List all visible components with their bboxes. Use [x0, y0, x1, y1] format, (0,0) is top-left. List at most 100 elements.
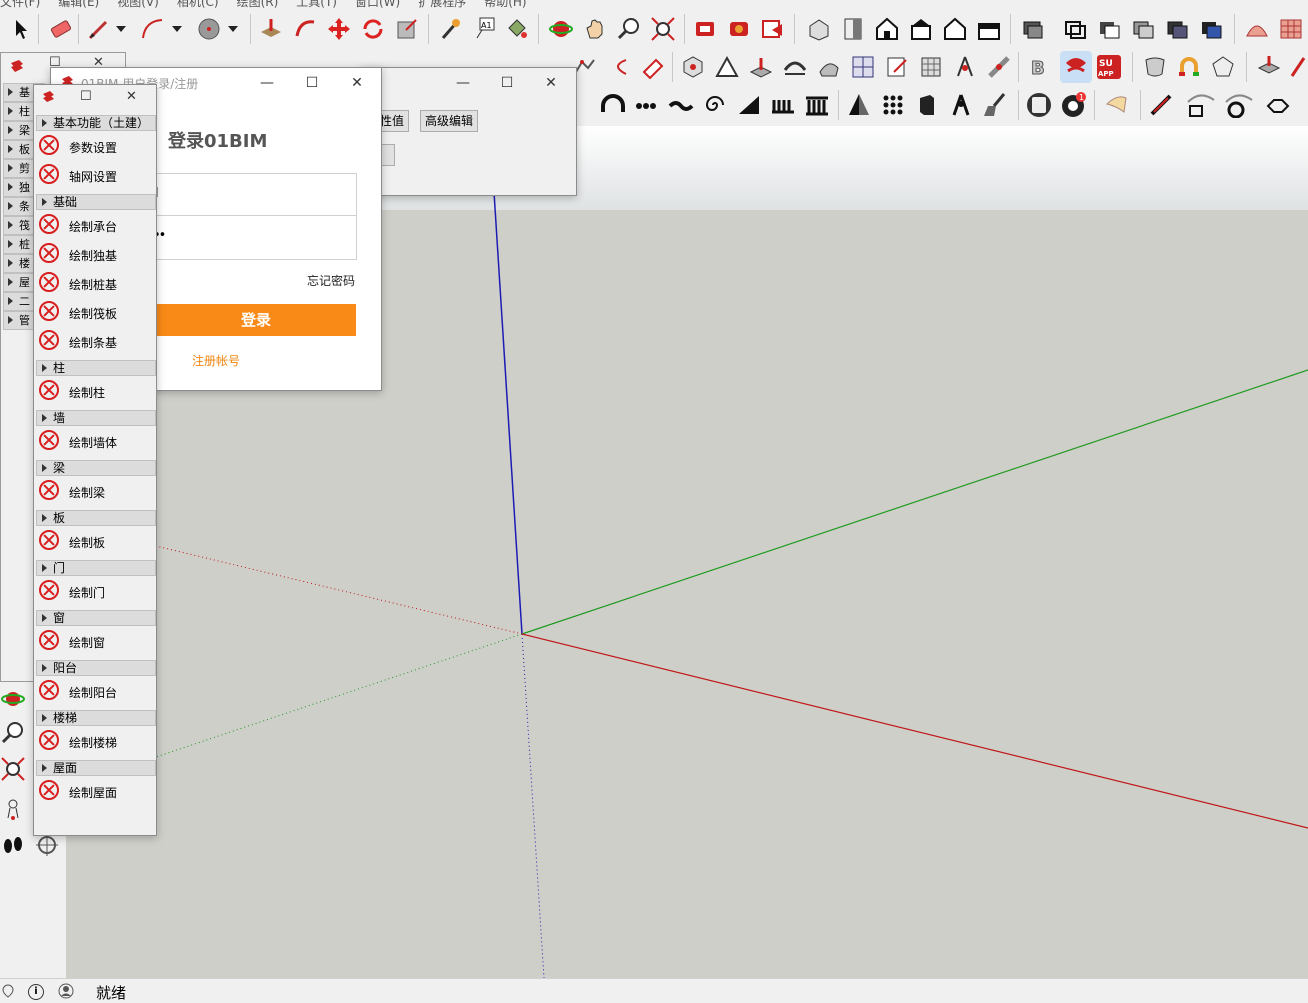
geo-location-icon[interactable] [2, 984, 14, 998]
shaded-textures-style-icon[interactable] [1164, 16, 1190, 42]
colonnade-icon[interactable] [804, 92, 830, 118]
menu-item[interactable]: 帮助(H) [484, 0, 526, 8]
warehouse-icon[interactable] [692, 16, 718, 42]
spiral-icon[interactable] [702, 92, 728, 118]
draw-pencil-icon[interactable] [1148, 92, 1174, 118]
mesh-panel-icon[interactable] [918, 54, 944, 80]
ramp-icon[interactable] [736, 92, 762, 118]
username-field[interactable]: l [150, 173, 357, 217]
curve-tool-icon[interactable] [606, 54, 632, 80]
user-account-icon[interactable] [58, 983, 74, 999]
3d-warehouse-upload-icon[interactable] [1060, 51, 1092, 83]
hidden-line-style-icon[interactable] [1096, 16, 1122, 42]
close-button[interactable]: ✕ [335, 70, 379, 96]
chain-icon[interactable] [634, 92, 660, 118]
move-icon[interactable] [326, 16, 352, 42]
zoom-extents-icon[interactable] [0, 756, 26, 782]
block-icon[interactable] [914, 92, 940, 118]
advanced-edit-button[interactable]: 高级编辑 [420, 110, 479, 132]
function-item[interactable]: 绘制独基 [36, 241, 154, 269]
forgot-password-link[interactable]: 忘记密码 [307, 272, 355, 289]
function-item[interactable]: 绘制梁 [36, 478, 154, 506]
section-header[interactable]: 门 [36, 560, 156, 576]
monochrome-style-icon[interactable] [1198, 16, 1224, 42]
sandbox-contours-icon[interactable] [1244, 16, 1270, 42]
make-face-icon[interactable] [640, 54, 666, 80]
back-view-icon[interactable] [942, 16, 968, 42]
menu-item[interactable]: 工具(T) [296, 0, 337, 8]
front-view-icon[interactable] [874, 16, 900, 42]
dropdown-arrow-icon[interactable] [226, 18, 240, 44]
section-header[interactable]: 基础 [36, 194, 156, 210]
close-button[interactable]: ✕ [126, 89, 137, 104]
orbit-icon[interactable] [0, 686, 26, 712]
compass-icon[interactable] [952, 54, 978, 80]
hexagon-shape-icon[interactable] [1260, 92, 1294, 118]
orbit-icon[interactable] [548, 16, 574, 42]
function-item[interactable]: 绘制楼梯 [36, 728, 154, 756]
function-item[interactable]: 绘制门 [36, 578, 154, 606]
model-icon[interactable] [1026, 92, 1052, 118]
sketchup-app-icon[interactable]: SU APP [1096, 54, 1122, 80]
function-item[interactable]: 绘制板 [36, 528, 154, 556]
select-arrow-icon[interactable] [8, 16, 34, 42]
right-view-icon[interactable] [908, 16, 934, 42]
walk-footprints-icon[interactable] [0, 832, 26, 858]
polyhedron-icon[interactable] [1210, 54, 1236, 80]
info-icon[interactable]: i [28, 984, 44, 1000]
menu-item[interactable]: 编辑(E) [58, 0, 99, 8]
section-header[interactable]: 楼梯 [36, 710, 156, 726]
shape-tool-icon[interactable] [1104, 92, 1130, 118]
arch-icon[interactable] [600, 92, 626, 118]
stack-layers-icon[interactable] [1256, 54, 1282, 80]
close-button[interactable]: ✕ [529, 70, 573, 96]
pencil-line-icon[interactable] [86, 16, 112, 42]
function-item[interactable]: 绘制桩基 [36, 270, 154, 298]
function-item[interactable]: 轴网设置 [36, 162, 154, 190]
section-header[interactable]: 窗 [36, 610, 156, 626]
function-item[interactable]: 绘制柱 [36, 378, 154, 406]
shell-icon[interactable] [1142, 54, 1168, 80]
menu-item[interactable]: 视图(V) [117, 0, 159, 8]
text-tool-icon[interactable]: A1 [472, 16, 498, 42]
section-header[interactable]: 阳台 [36, 660, 156, 676]
minimize-button[interactable]: — [441, 70, 485, 96]
function-item[interactable]: 绘制条基 [36, 328, 154, 356]
figure-icon[interactable] [948, 92, 974, 118]
pyramid-icon[interactable] [846, 92, 872, 118]
soften-edges-icon[interactable] [816, 54, 842, 80]
letter-b-icon[interactable]: B [1028, 54, 1054, 80]
sandbox-grid-icon[interactable] [1278, 16, 1304, 42]
arc-tool-icon[interactable] [140, 16, 166, 42]
minimize-button[interactable]: — [245, 70, 289, 96]
function-item[interactable]: 绘制屋面 [36, 778, 154, 806]
wave-icon[interactable] [668, 92, 694, 118]
menu-item[interactable]: 绘图(R) [237, 0, 279, 8]
function-item[interactable]: 绘制墙体 [36, 428, 154, 456]
function-item[interactable]: 绘制窗 [36, 628, 154, 656]
menu-item[interactable]: 文件(F) [0, 0, 40, 8]
pan-hand-icon[interactable] [582, 16, 608, 42]
section-header[interactable]: 墙 [36, 410, 156, 426]
function-item[interactable]: 绘制阳台 [36, 678, 154, 706]
iso-view-icon[interactable] [806, 16, 832, 42]
section-header[interactable]: 柱 [36, 360, 156, 376]
xray-style-icon[interactable] [1020, 16, 1046, 42]
menu-item[interactable]: 扩展程序 [418, 0, 466, 8]
tent-icon[interactable] [714, 54, 740, 80]
position-camera-icon[interactable] [0, 796, 26, 822]
subdivide-icon[interactable] [850, 54, 876, 80]
function-item[interactable]: 绘制筏板 [36, 299, 154, 327]
section-header[interactable]: 基本功能（土建） [36, 115, 156, 131]
circle-shape-icon[interactable] [1222, 92, 1256, 119]
broom-icon[interactable] [982, 92, 1008, 118]
columns-icon[interactable] [770, 92, 796, 118]
circle-tool-icon[interactable] [196, 16, 222, 42]
login-button[interactable]: 登录 [156, 304, 356, 336]
maximize-button[interactable]: ☐ [290, 70, 334, 96]
bridge-arc-icon[interactable] [782, 54, 808, 80]
magnet-icon[interactable] [1176, 54, 1202, 80]
menu-item[interactable]: 相机(C) [177, 0, 219, 8]
top-view-icon[interactable] [840, 16, 866, 42]
paint-bucket-icon[interactable] [504, 16, 530, 42]
